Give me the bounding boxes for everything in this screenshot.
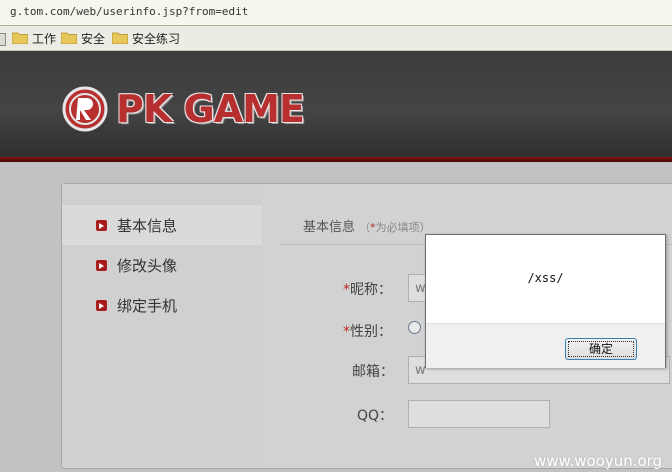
hint-open-paren: （ [359,221,371,234]
sidebar-item-basic-info[interactable]: 基本信息 [96,215,177,235]
qq-label-text: QQ： [357,408,394,424]
bookmark-label: 安全练习 [132,31,181,46]
alert-ok-button[interactable]: 确定 [565,338,637,360]
bookmark-folder-security-practice[interactable]: 安全练习 [112,30,180,46]
gender-label-text: 性别： [350,324,392,340]
email-label: 邮箱： [352,361,394,381]
alert-footer: 确定 [426,323,665,368]
bookmark-label: 安全 [81,31,106,46]
folder-icon [61,32,77,44]
sidebar-item-label: 修改头像 [117,256,178,275]
sidebar-item-change-avatar[interactable]: 修改头像 [96,255,177,275]
required-hint: （*为必填项） [359,221,431,234]
address-bar[interactable]: g.tom.com/web/userinfo.jsp?from=edit [0,0,672,26]
folder-icon [12,32,28,44]
sidebar-item-bind-phone[interactable]: 绑定手机 [96,295,177,315]
folder-icon [112,32,128,44]
alert-dialog: /xss/ 确定 [425,234,666,368]
site-logo[interactable]: PK GAME [62,85,305,133]
hint-text: 为必填项） [375,221,431,234]
logo-text: PK GAME [116,87,305,131]
required-mark: * [343,324,350,340]
bookmark-folder-security[interactable]: 安全 [61,30,105,46]
arrow-right-icon [96,299,107,311]
gender-label: *性别： [343,321,392,341]
qq-input[interactable] [408,400,550,428]
bookmark-label: 工作 [32,31,57,46]
bookmarks-overflow-icon[interactable] [0,33,6,46]
required-mark: * [343,282,350,298]
email-label-text: 邮箱： [352,364,394,380]
watermark: www.wooyun.org [534,452,663,470]
qq-label: QQ： [357,405,393,425]
section-title-text: 基本信息 [303,220,356,235]
nickname-label: *昵称： [343,279,392,299]
arrow-right-icon [96,219,107,231]
section-title: 基本信息 （*为必填项） [303,216,431,235]
arrow-right-icon [96,259,107,271]
sidebar-item-label: 绑定手机 [117,296,178,315]
nickname-label-text: 昵称： [350,282,392,298]
sidebar-item-label: 基本信息 [117,216,178,235]
bookmarks-bar: 工作 安全 安全练习 [0,26,672,51]
gender-radio-male[interactable] [408,321,421,334]
bookmark-folder-work[interactable]: 工作 [12,30,56,46]
url-text[interactable]: g.tom.com/web/userinfo.jsp?from=edit [10,5,248,18]
logo-mark-icon [62,86,108,132]
alert-message: /xss/ [527,271,564,285]
